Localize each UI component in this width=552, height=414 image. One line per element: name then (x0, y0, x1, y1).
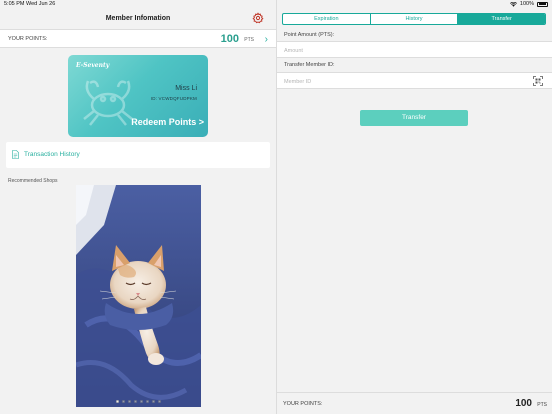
points-label: YOUR POINTS: (8, 36, 48, 42)
carousel-dots[interactable] (76, 400, 201, 403)
transfer-button[interactable]: Transfer (360, 110, 468, 126)
member-info-pane: Member Infomation YOUR POINTS: 100 PTS ›… (0, 9, 276, 414)
segment-tabs: Expiration History Transfer (282, 13, 546, 25)
crab-logo-icon (83, 80, 133, 126)
card-brand: E-Seventy (76, 62, 110, 69)
carousel-dot[interactable] (140, 400, 143, 403)
kitten-photo (76, 185, 201, 407)
points-detail-pane: Expiration History Transfer Point Amount… (277, 9, 552, 414)
card-member-id: ID: VCWDQFUDPKM (150, 96, 197, 101)
point-amount-label: Point Amount (PTS): (284, 32, 335, 38)
status-time: 5:05 PM (4, 1, 25, 7)
shop-photo-carousel[interactable] (76, 185, 201, 407)
gear-icon[interactable] (252, 12, 264, 24)
status-date: Wed Jun 26 (26, 1, 56, 7)
footer-points-label: YOUR POINTS: (283, 401, 323, 407)
points-footer: YOUR POINTS: 100 PTS (277, 392, 552, 414)
point-amount-row (277, 41, 552, 58)
points-value: 100 (220, 33, 239, 45)
wifi-icon (509, 1, 517, 7)
points-summary[interactable]: YOUR POINTS: 100 PTS › (0, 29, 276, 48)
transfer-member-id-label: Transfer Member ID: (284, 62, 335, 68)
transaction-history-button[interactable]: Transaction History (6, 142, 270, 168)
redeem-points-button[interactable]: Redeem Points > (131, 117, 204, 127)
carousel-dot[interactable] (128, 400, 131, 403)
chevron-right-icon[interactable]: › (265, 34, 268, 45)
tab-transfer[interactable]: Transfer (458, 14, 545, 24)
footer-points-value: 100 (515, 398, 532, 409)
membership-card[interactable]: E-Seventy Miss Li ID: VCWDQFUDPKM Redeem… (68, 55, 208, 137)
battery-icon (537, 1, 548, 7)
status-right: 100% (509, 1, 548, 7)
point-amount-input[interactable] (284, 46, 514, 55)
transaction-history-label: Transaction History (24, 151, 80, 158)
carousel-dot[interactable] (122, 400, 125, 403)
carousel-dot[interactable] (146, 400, 149, 403)
qr-scan-icon[interactable] (533, 76, 543, 86)
carousel-dot[interactable] (152, 400, 155, 403)
member-id-row (277, 72, 552, 89)
card-member-name: Miss Li (175, 85, 197, 92)
footer-points-unit: PTS (537, 402, 547, 408)
tab-expiration[interactable]: Expiration (283, 14, 371, 24)
tab-history[interactable]: History (371, 14, 459, 24)
carousel-dot[interactable] (158, 400, 161, 403)
document-icon (12, 150, 19, 159)
member-id-input[interactable] (284, 77, 514, 86)
page-title: Member Infomation (105, 15, 171, 22)
carousel-dot[interactable] (134, 400, 137, 403)
carousel-dot[interactable] (116, 400, 119, 403)
points-unit: PTS (244, 37, 254, 43)
battery-percent: 100% (519, 1, 534, 7)
recommended-shops-heading: Recommended Shops (8, 178, 58, 184)
